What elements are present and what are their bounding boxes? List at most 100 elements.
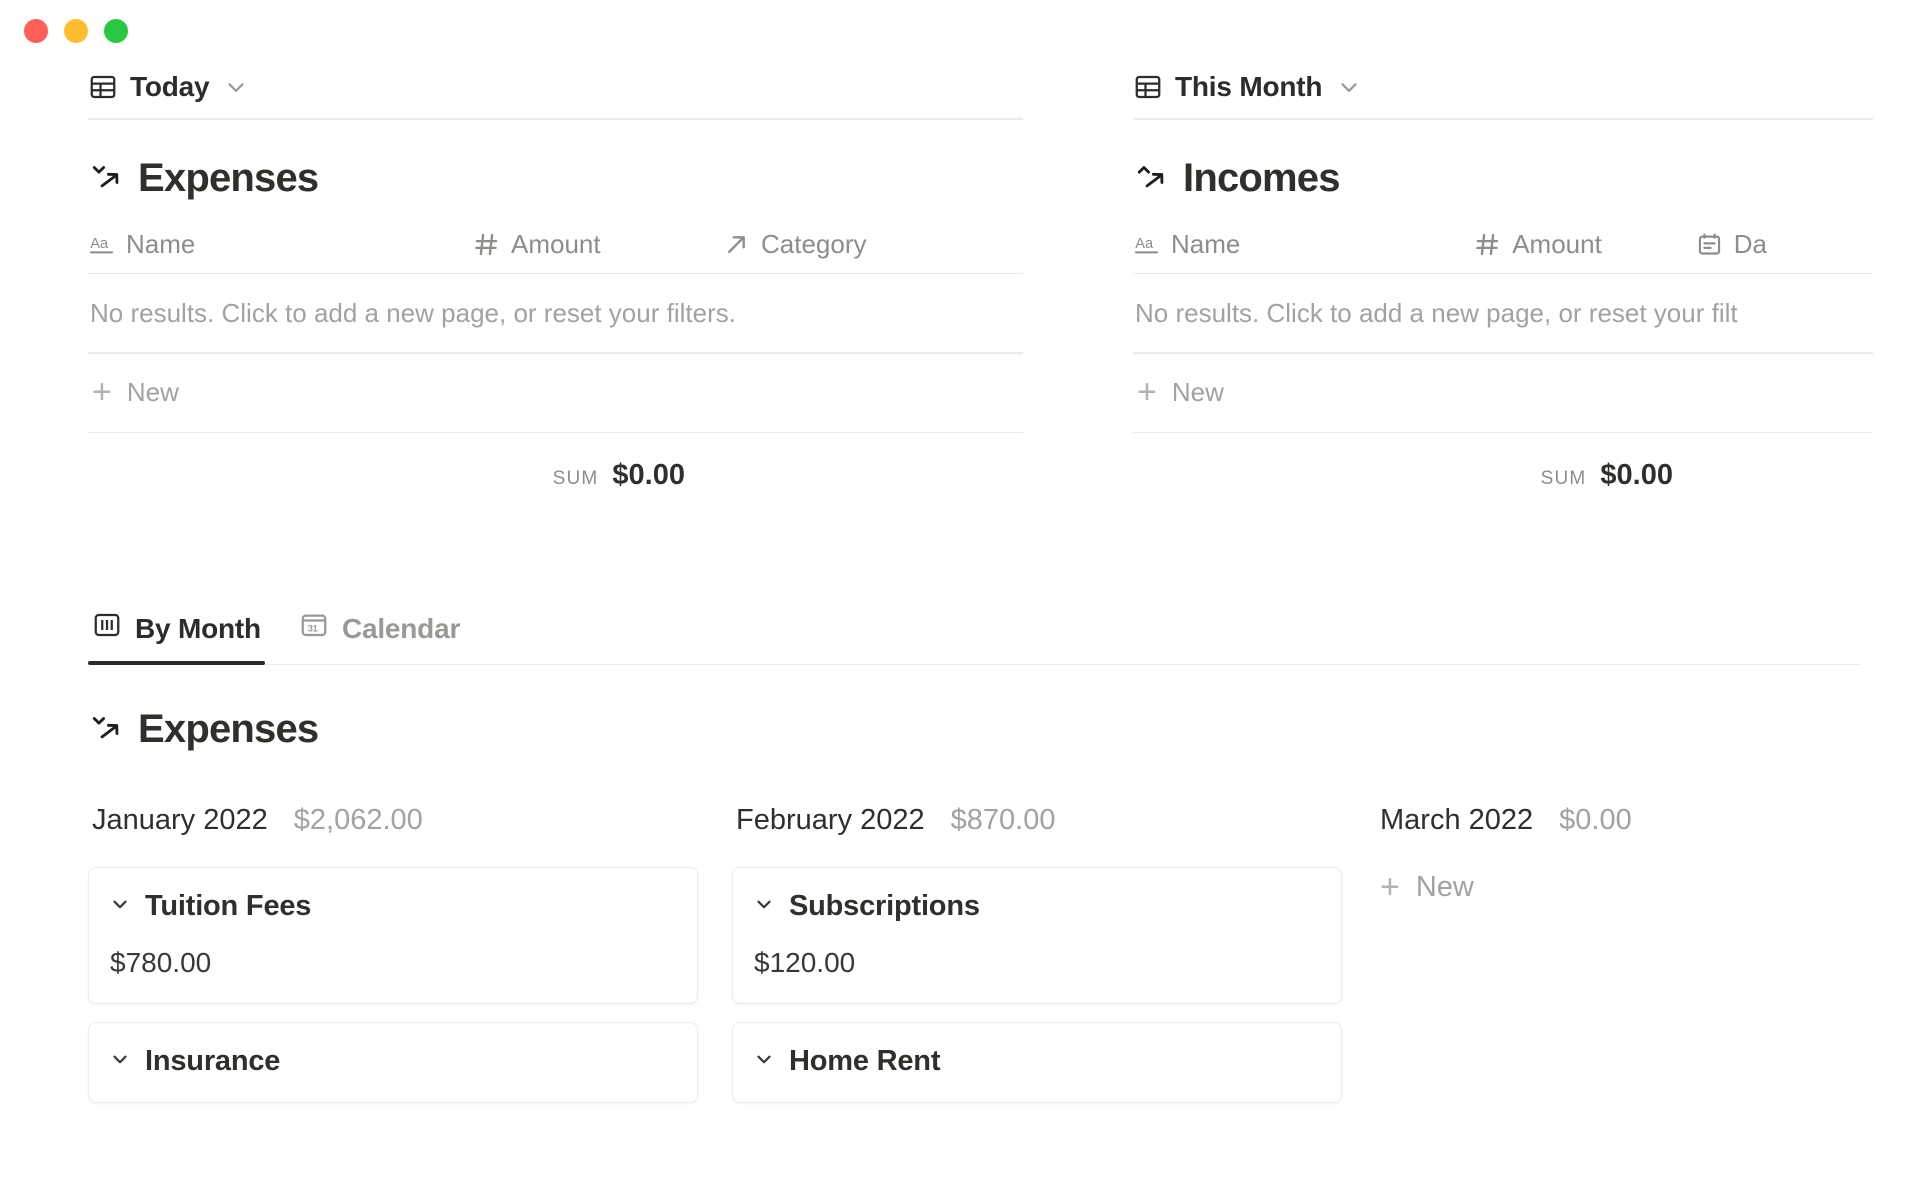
board-column-name: January 2022 — [92, 804, 268, 836]
incomes-panel: This Month Incomes Aa Name Amount Da No … — [1133, 62, 1873, 492]
linked-databases-row: Today Expenses Aa Name Amount Category N… — [0, 62, 1920, 492]
expenses-table: Aa Name Amount Category No results. Clic… — [88, 217, 1023, 493]
board-card[interactable]: Subscriptions $120.00 — [732, 867, 1342, 1004]
expenses-sum-label: SUM — [552, 468, 599, 489]
table-view-icon — [1133, 72, 1163, 102]
chevron-down-icon[interactable] — [1334, 74, 1362, 100]
expenses-empty-message: No results. Click to add a new page, or … — [90, 297, 736, 328]
board-columns: January 2022 $2,062.00 Tuition Fees $780… — [88, 772, 1920, 1121]
chevron-down-icon[interactable] — [109, 1048, 131, 1075]
board-column-total: $870.00 — [950, 804, 1056, 836]
column-header-name[interactable]: Aa Name — [1133, 229, 1474, 260]
board-column: January 2022 $2,062.00 Tuition Fees $780… — [88, 804, 698, 1121]
svg-text:31: 31 — [308, 623, 318, 633]
window-maximize-button[interactable] — [104, 19, 128, 43]
board-card-title-line: Tuition Fees — [109, 890, 673, 923]
expenses-view-tab-label: Today — [130, 71, 210, 102]
board-icon — [92, 610, 122, 647]
board-card-title: Tuition Fees — [145, 890, 312, 922]
board-section: By Month 31 Calendar Expenses January 20… — [0, 610, 1920, 1121]
incomes-view-tab[interactable]: This Month — [1133, 62, 1873, 118]
expenses-sum-row[interactable]: SUM $0.00 — [88, 433, 1023, 492]
column-header-amount-label: Amount — [511, 229, 601, 259]
column-header-amount[interactable]: Amount — [473, 229, 723, 260]
expenses-empty-state[interactable]: No results. Click to add a new page, or … — [88, 274, 1023, 352]
window-close-button[interactable] — [24, 19, 48, 43]
chevron-down-icon[interactable] — [221, 74, 249, 100]
expenses-database-link-icon — [90, 159, 124, 198]
incomes-title-row: Incomes — [1133, 120, 1873, 217]
page-content: Today Expenses Aa Name Amount Category N… — [0, 62, 1920, 1121]
board-column-new-button[interactable]: + New — [1376, 867, 1920, 904]
column-header-category[interactable]: Category — [723, 229, 1023, 260]
svg-text:Aa: Aa — [90, 236, 109, 252]
window-titlebar — [0, 0, 1920, 62]
table-view-icon — [88, 72, 118, 102]
board-column-name: February 2022 — [736, 804, 925, 836]
expenses-title-row: Expenses — [88, 120, 1023, 217]
incomes-view-tab-label: This Month — [1175, 71, 1323, 102]
window-minimize-button[interactable] — [64, 19, 88, 43]
board-column-new-label: New — [1415, 871, 1474, 903]
board-card-title: Subscriptions — [789, 890, 980, 922]
board-card-amount: $120.00 — [754, 947, 856, 978]
column-header-name[interactable]: Aa Name — [88, 229, 473, 260]
column-header-amount[interactable]: Amount — [1474, 229, 1696, 260]
board-column-header[interactable]: February 2022 $870.00 — [732, 804, 1342, 867]
board-card[interactable]: Home Rent — [732, 1022, 1342, 1103]
window-traffic-lights — [24, 19, 128, 43]
board-card-title: Insurance — [145, 1045, 281, 1077]
expenses-table-header: Aa Name Amount Category — [88, 217, 1023, 273]
expenses-sum-value: $0.00 — [612, 459, 685, 491]
expenses-database-title[interactable]: Expenses — [138, 156, 319, 201]
column-header-amount-label: Amount — [1512, 229, 1602, 259]
expenses-new-label: New — [126, 377, 179, 407]
plus-icon: + — [1380, 867, 1400, 906]
number-icon — [1474, 231, 1501, 258]
tab-calendar-label: Calendar — [341, 612, 461, 644]
board-card-title: Home Rent — [789, 1045, 941, 1077]
board-view-tabs: By Month 31 Calendar — [88, 610, 1920, 665]
board-card-amount: $780.00 — [110, 947, 212, 978]
chevron-down-icon[interactable] — [753, 893, 775, 920]
incomes-new-row-button[interactable]: + New — [1133, 354, 1873, 432]
incomes-table: Aa Name Amount Da No results. Click to a… — [1133, 217, 1873, 493]
chevron-down-icon[interactable] — [109, 893, 131, 920]
svg-text:Aa: Aa — [1135, 236, 1154, 252]
expenses-view-tab[interactable]: Today — [88, 62, 1023, 118]
incomes-sum-label: SUM — [1540, 468, 1587, 489]
board-column-header[interactable]: January 2022 $2,062.00 — [88, 804, 698, 867]
board-database-link-icon — [90, 710, 124, 749]
incomes-sum-value: $0.00 — [1600, 459, 1673, 491]
board-card-title-line: Subscriptions — [753, 890, 1317, 923]
board-column-total: $0.00 — [1559, 804, 1632, 836]
incomes-empty-state[interactable]: No results. Click to add a new page, or … — [1133, 274, 1873, 352]
board-card[interactable]: Tuition Fees $780.00 — [88, 867, 698, 1004]
incomes-database-title[interactable]: Incomes — [1183, 156, 1340, 201]
incomes-sum-row[interactable]: SUM $0.00 — [1133, 433, 1873, 492]
incomes-new-label: New — [1171, 377, 1224, 407]
column-header-category-label: Category — [761, 229, 867, 259]
relation-icon — [723, 231, 750, 258]
tab-calendar[interactable]: 31 Calendar — [295, 610, 464, 665]
incomes-database-link-icon — [1135, 159, 1169, 198]
chevron-down-icon[interactable] — [753, 1048, 775, 1075]
tab-by-month[interactable]: By Month — [88, 610, 265, 665]
text-icon: Aa — [88, 231, 115, 258]
number-icon — [473, 231, 500, 258]
expenses-new-row-button[interactable]: + New — [88, 354, 1023, 432]
board-card[interactable]: Insurance — [88, 1022, 698, 1103]
incomes-empty-message: No results. Click to add a new page, or … — [1135, 297, 1738, 328]
plus-icon: + — [92, 372, 112, 411]
board-title-row: Expenses — [88, 665, 1920, 772]
column-header-name-label: Name — [126, 229, 196, 259]
board-column-name: March 2022 — [1380, 804, 1534, 836]
expenses-panel: Today Expenses Aa Name Amount Category N… — [88, 62, 1023, 492]
board-card-title-line: Insurance — [109, 1045, 673, 1078]
incomes-table-header: Aa Name Amount Da — [1133, 217, 1873, 273]
board-column: March 2022 $0.00 + New — [1376, 804, 1920, 1121]
column-header-date[interactable]: Da — [1696, 229, 1873, 260]
board-database-title[interactable]: Expenses — [138, 707, 319, 752]
board-column-header[interactable]: March 2022 $0.00 — [1376, 804, 1920, 867]
tab-by-month-label: By Month — [135, 612, 261, 644]
